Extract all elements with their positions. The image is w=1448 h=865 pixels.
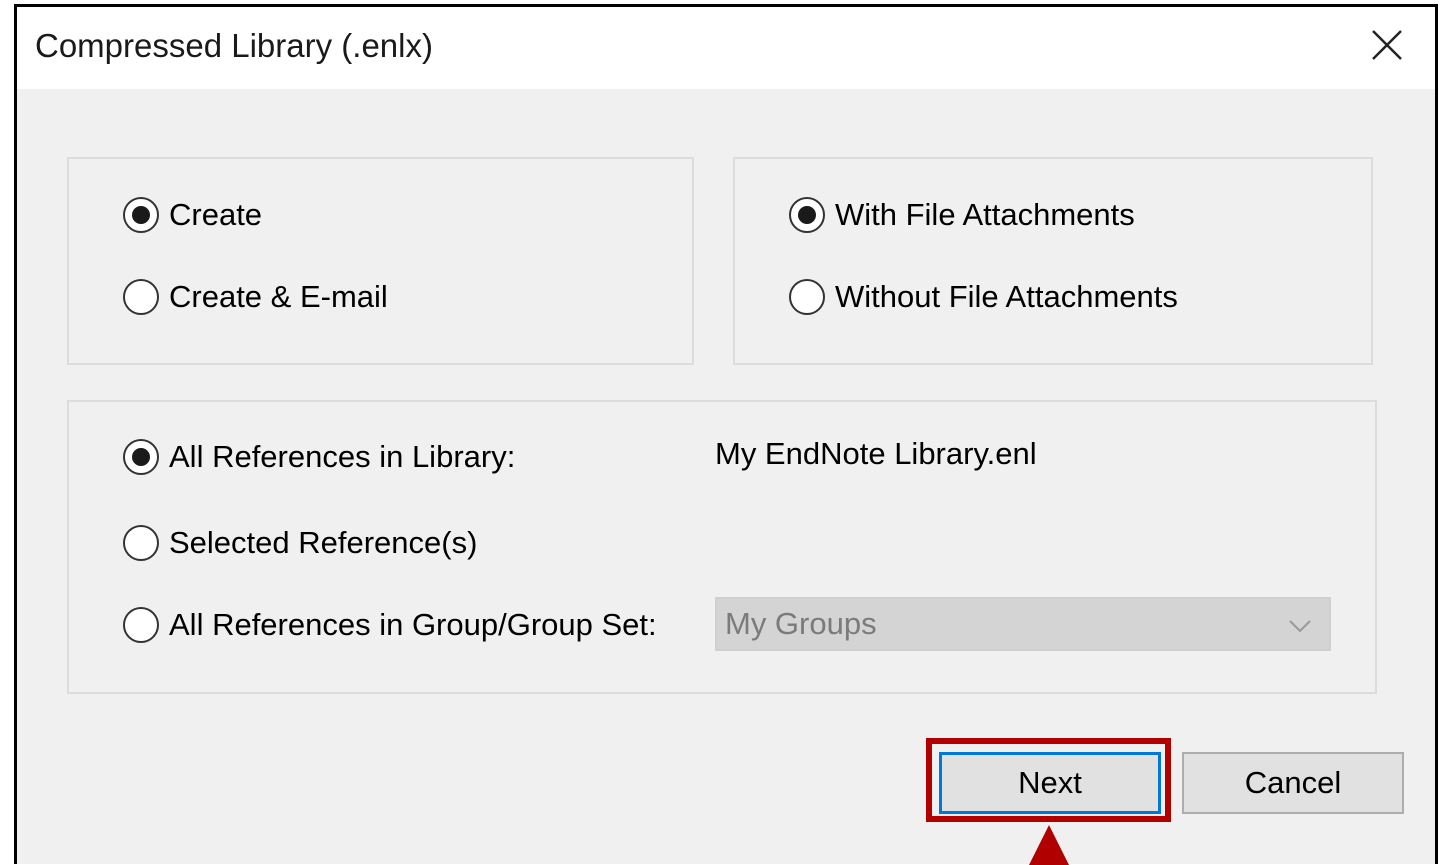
library-name: My EndNote Library.enl — [715, 436, 1037, 471]
chevron-down-icon — [1289, 620, 1311, 633]
radio-create[interactable]: Create — [123, 197, 262, 233]
compressed-library-dialog: Compressed Library (.enlx) Create Create… — [14, 4, 1438, 865]
close-icon — [1372, 30, 1402, 60]
action-group — [67, 157, 694, 365]
radio-all-references-in-library[interactable]: All References in Library: — [123, 439, 515, 475]
radio-button-checked[interactable] — [123, 197, 159, 233]
group-dropdown-value: My Groups — [725, 606, 877, 641]
attachments-group — [733, 157, 1373, 365]
radio-create-email[interactable]: Create & E-mail — [123, 279, 388, 315]
radio-without-attachments[interactable]: Without File Attachments — [789, 279, 1178, 315]
dialog-title: Compressed Library (.enlx) — [35, 27, 433, 64]
radio-label: Selected Reference(s) — [169, 525, 478, 560]
close-button[interactable] — [1367, 25, 1407, 65]
radio-label: With File Attachments — [835, 197, 1135, 232]
cancel-button[interactable]: Cancel — [1182, 752, 1404, 814]
radio-label: All References in Library: — [169, 439, 516, 474]
radio-with-attachments[interactable]: With File Attachments — [789, 197, 1135, 233]
radio-label: Without File Attachments — [835, 279, 1178, 314]
radio-button[interactable] — [123, 525, 159, 561]
radio-references-in-group[interactable]: All References in Group/Group Set: — [123, 607, 657, 643]
radio-button-checked[interactable] — [789, 197, 825, 233]
radio-label: All References in Group/Group Set: — [169, 607, 657, 642]
group-dropdown[interactable]: My Groups — [715, 597, 1331, 651]
radio-button[interactable] — [123, 607, 159, 643]
title-bar: Compressed Library (.enlx) — [17, 7, 1435, 89]
radio-button-checked[interactable] — [123, 439, 159, 475]
radio-button[interactable] — [789, 279, 825, 315]
radio-selected-references[interactable]: Selected Reference(s) — [123, 525, 477, 561]
radio-label: Create — [169, 197, 263, 232]
radio-button[interactable] — [123, 279, 159, 315]
pointer-arrow-icon — [1029, 825, 1069, 865]
next-button[interactable]: Next — [939, 752, 1161, 814]
radio-label: Create & E-mail — [169, 279, 388, 314]
